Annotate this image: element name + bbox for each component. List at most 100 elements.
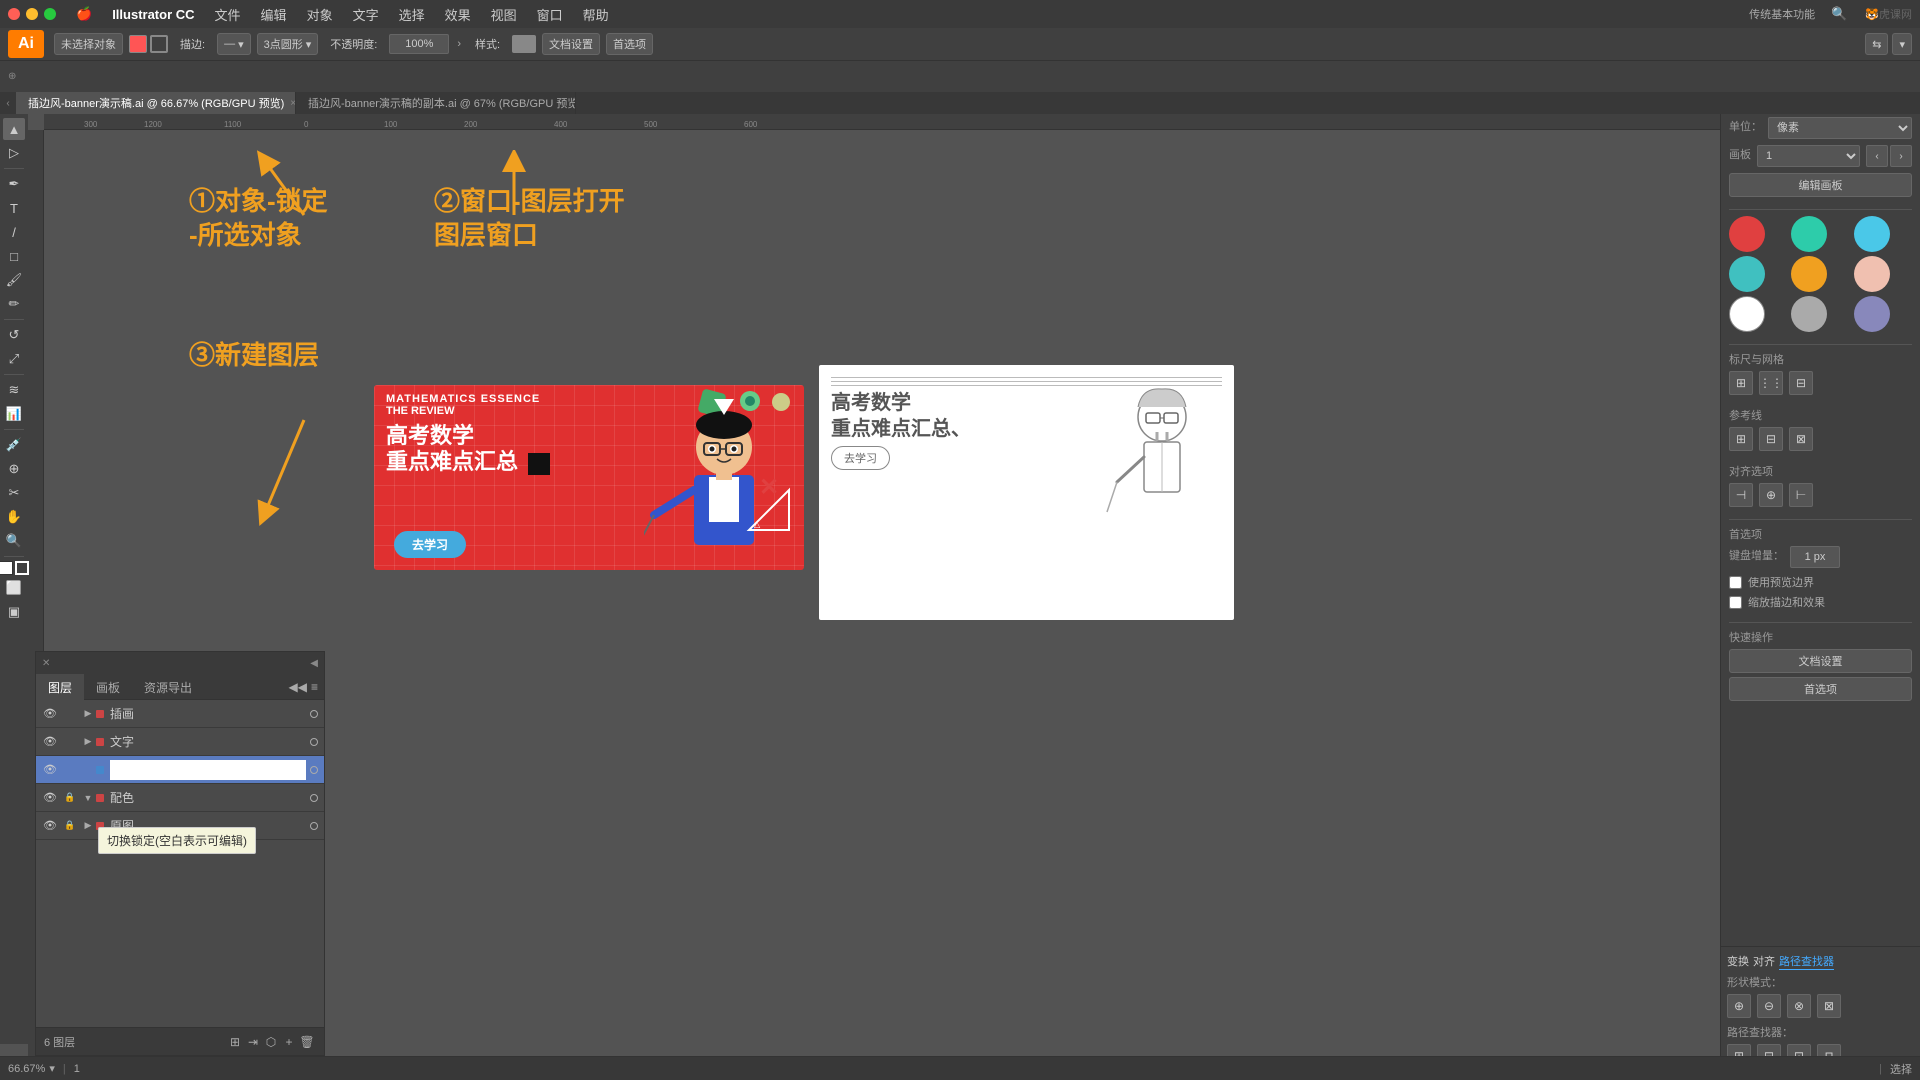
close-button[interactable]: [8, 8, 20, 20]
layers-tab-export[interactable]: 资源导出: [132, 674, 204, 700]
layer-expand-palette[interactable]: ▼: [82, 792, 94, 804]
menu-edit[interactable]: 编辑: [253, 3, 295, 26]
guide-d-icon[interactable]: ⊠: [1789, 427, 1813, 451]
preview-bounds-checkbox[interactable]: [1729, 576, 1742, 589]
doc-settings-btn[interactable]: 文档设置: [542, 33, 600, 55]
scissor-tool[interactable]: ✂: [3, 482, 25, 504]
blend-tool[interactable]: ⊕: [3, 458, 25, 480]
align-tab[interactable]: 对齐: [1753, 953, 1775, 970]
layer-row-palette[interactable]: 👁 🔒 ▼ 配色: [36, 784, 324, 812]
layer-row-text[interactable]: 👁 ▶ 文字: [36, 728, 324, 756]
layers-tab-layers[interactable]: 图层: [36, 674, 84, 700]
grid2-icon[interactable]: ⋮⋮: [1759, 371, 1783, 395]
template-btn[interactable]: ⬡: [262, 1033, 280, 1051]
eyedrop-tool[interactable]: 💉: [3, 434, 25, 456]
type-tool[interactable]: T: [3, 197, 25, 219]
apple-menu[interactable]: 🍎: [68, 4, 100, 24]
pencil-tool[interactable]: ✏: [3, 293, 25, 315]
layer-row-illustration[interactable]: 👁 ▶ 插画: [36, 700, 324, 728]
preferences-btn[interactable]: 首选项: [606, 33, 653, 55]
hand-tool[interactable]: ✋: [3, 506, 25, 528]
line-tool[interactable]: /: [3, 221, 25, 243]
select-tool[interactable]: ▲: [3, 118, 25, 140]
no-selection-btn[interactable]: 未选择对象: [54, 33, 123, 55]
tab-left-arrow[interactable]: ‹: [0, 92, 16, 114]
transform-tab[interactable]: 变换: [1727, 953, 1749, 970]
align-center-icon[interactable]: ⊕: [1759, 483, 1783, 507]
opacity-input[interactable]: [389, 34, 449, 54]
layer-expand-text[interactable]: ▶: [82, 736, 94, 748]
layer-expand-original[interactable]: ▶: [82, 820, 94, 832]
paintbrush-tool[interactable]: 🖌: [3, 269, 25, 291]
guide-h-icon[interactable]: ⊞: [1729, 427, 1753, 451]
direct-select-tool[interactable]: ▷: [3, 142, 25, 164]
rect-tool[interactable]: □: [3, 245, 25, 267]
zoom-tool[interactable]: 🔍: [3, 530, 25, 552]
minimize-button[interactable]: [26, 8, 38, 20]
layer-lock-editing[interactable]: [62, 762, 78, 778]
layer-vis-illustration[interactable]: 👁: [42, 706, 58, 722]
swatch-red[interactable]: [1729, 216, 1765, 252]
layers-panel-collapse[interactable]: ◀: [310, 658, 318, 669]
swatch-teal[interactable]: [1791, 216, 1827, 252]
artboard-prev[interactable]: ‹: [1866, 145, 1888, 167]
swatch-light-blue[interactable]: [1854, 216, 1890, 252]
layer-vis-original[interactable]: 👁: [42, 818, 58, 834]
menu-select[interactable]: 选择: [391, 3, 433, 26]
layers-panel-close-x[interactable]: ✕: [42, 658, 50, 669]
layers-tab-artboards[interactable]: 画板: [84, 674, 132, 700]
layers-panel-drag-header[interactable]: ✕ ◀: [36, 652, 324, 674]
warp-tool[interactable]: ≋: [3, 379, 25, 401]
graph-tool[interactable]: 📊: [3, 403, 25, 425]
swatch-cyan[interactable]: [1729, 256, 1765, 292]
menu-text[interactable]: 文字: [345, 3, 387, 26]
layer-vis-editing[interactable]: 👁: [42, 762, 58, 778]
stroke-swatch[interactable]: [150, 35, 168, 53]
layer-row-editing[interactable]: 👁: [36, 756, 324, 784]
fill-color-box[interactable]: [0, 561, 13, 575]
new-layer-btn[interactable]: +: [280, 1033, 298, 1051]
arrange-btn1[interactable]: ⇆: [1865, 33, 1888, 55]
stroke-selector[interactable]: — ▾: [217, 33, 251, 55]
layer-vis-text[interactable]: 👁: [42, 734, 58, 750]
keyboard-value-input[interactable]: [1790, 546, 1840, 568]
scale-tool[interactable]: ⤢: [3, 348, 25, 370]
layer-lock-text[interactable]: [62, 734, 78, 750]
unit-select[interactable]: 像素: [1768, 117, 1912, 139]
arrange-btn2[interactable]: ▾: [1892, 33, 1912, 55]
banner-learn-btn[interactable]: 去学习: [394, 531, 466, 558]
menu-object[interactable]: 对象: [299, 3, 341, 26]
menu-window[interactable]: 窗口: [529, 3, 571, 26]
intersect-icon[interactable]: ⊗: [1787, 994, 1811, 1018]
swatch-peach[interactable]: [1854, 256, 1890, 292]
fullscreen-button[interactable]: [44, 8, 56, 20]
swatch-white[interactable]: [1729, 296, 1765, 332]
menu-view[interactable]: 视图: [483, 3, 525, 26]
edit-artboard-btn[interactable]: 编辑画板: [1729, 173, 1912, 197]
artboard-select[interactable]: 1: [1757, 145, 1860, 167]
doc-settings-quick-btn[interactable]: 文档设置: [1729, 649, 1912, 673]
pathfinder-tab[interactable]: 路径查找器: [1779, 953, 1834, 970]
new-sub-layer-btn[interactable]: ⊞: [226, 1033, 244, 1051]
stroke-color-box[interactable]: [15, 561, 29, 575]
swatch-slate[interactable]: [1854, 296, 1890, 332]
layers-menu-btn[interactable]: ≡: [311, 680, 318, 694]
layer-name-editing-input[interactable]: [110, 760, 306, 780]
layers-collapse-btn[interactable]: ◀◀: [289, 680, 307, 694]
align-right-icon[interactable]: ⊢: [1789, 483, 1813, 507]
guides-icon[interactable]: ⊟: [1789, 371, 1813, 395]
layer-expand-illustration[interactable]: ▶: [82, 708, 94, 720]
pen-tool[interactable]: ✒: [3, 173, 25, 195]
search-icon[interactable]: 🔍: [1831, 6, 1847, 22]
grid-icon[interactable]: ⊞: [1729, 371, 1753, 395]
screen-mode[interactable]: ▣: [3, 601, 25, 623]
tab-main[interactable]: 插边风-banner演示稿.ai @ 66.67% (RGB/GPU 预览) ×: [16, 92, 296, 114]
unite-icon[interactable]: ⊕: [1727, 994, 1751, 1018]
layer-vis-palette[interactable]: 👁: [42, 790, 58, 806]
layer-expand-editing[interactable]: [82, 764, 94, 776]
drawing-mode[interactable]: ⬜: [3, 577, 25, 599]
minus-front-icon[interactable]: ⊖: [1757, 994, 1781, 1018]
preferences-quick-btn[interactable]: 首选项: [1729, 677, 1912, 701]
exclude-icon[interactable]: ⊠: [1817, 994, 1841, 1018]
align-left-icon[interactable]: ⊣: [1729, 483, 1753, 507]
